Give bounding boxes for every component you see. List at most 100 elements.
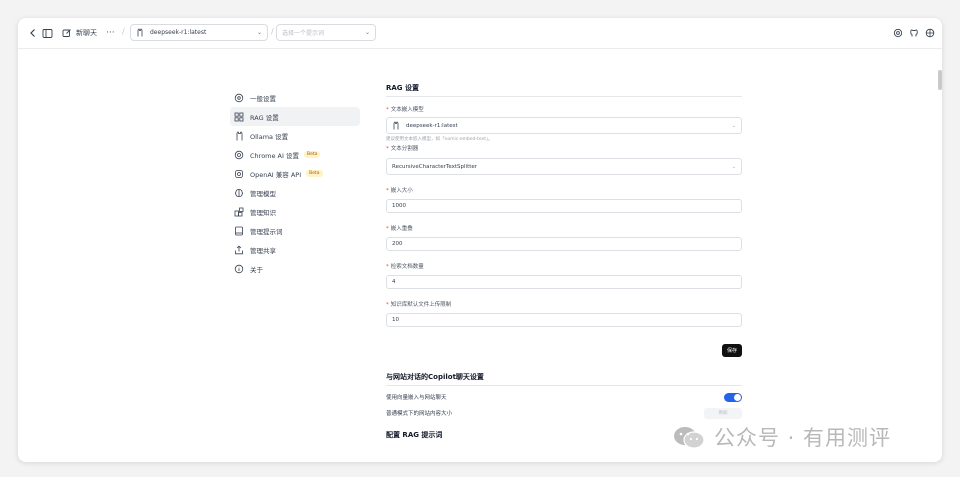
sidebar-icon: [40, 26, 54, 40]
required-mark: *: [386, 226, 389, 232]
embedding-model-label-text: 文本嵌入模型: [390, 107, 424, 113]
save-row: 保存: [386, 327, 742, 365]
chevron-down-icon: ⌄: [364, 29, 370, 36]
app-window: 新聊天 ··· / deepseek-r1:latest ⌄ / 选择一个提示词…: [18, 18, 942, 462]
grid-icon: [234, 112, 244, 122]
chevron-left-icon: [26, 26, 40, 40]
blocks-icon: [234, 207, 244, 217]
chevron-down-icon: ⌄: [256, 29, 262, 36]
sidebar-item-rag[interactable]: RAG 设置: [230, 107, 360, 126]
required-mark: *: [386, 146, 389, 152]
copilot-section-title: 与网站对话的Copilot聊天设置: [386, 373, 484, 381]
toggle-sidebar-button[interactable]: [40, 18, 54, 48]
embedding-model-value: deepseek-r1:latest: [406, 122, 458, 129]
info-icon: [234, 264, 244, 274]
sidebar-item-label: Ollama 设置: [250, 132, 289, 141]
settings-circle-icon: [234, 93, 244, 103]
sidebar-item-general[interactable]: 一般设置: [230, 88, 360, 107]
required-mark: *: [386, 188, 389, 194]
beta-badge: Beta: [306, 170, 323, 177]
share-icon: [234, 245, 244, 255]
separator: /: [122, 27, 125, 36]
sidebar-item-ollama[interactable]: Ollama 设置: [230, 126, 360, 145]
sidebar-item-chrome-ai[interactable]: Chrome AI 设置 Beta: [230, 145, 360, 164]
embedding-model-label: * 文本嵌入模型: [386, 105, 742, 113]
sidebar-item-label: 管理提示词: [250, 227, 283, 236]
toggle-knob: [734, 393, 741, 401]
embedding-model-select[interactable]: deepseek-r1:latest ⌄: [386, 117, 742, 134]
content-size-row: 普通模式下的网站内容大小 例如: [386, 405, 742, 421]
sidebar-item-manage-knowledge[interactable]: 管理知识: [230, 202, 360, 221]
sidebar-item-openai-api[interactable]: OpenAI 兼容 API Beta: [230, 164, 360, 183]
use-vector-toggle[interactable]: [724, 392, 742, 402]
back-button[interactable]: [26, 18, 40, 48]
save-button[interactable]: 保存: [722, 344, 742, 357]
text-splitter-label-text: 文本分割器: [390, 146, 419, 152]
separator: /: [271, 27, 274, 36]
retrieved-docs-label-text: 检索文档数量: [390, 264, 424, 270]
use-vector-row: 使用向量嵌入与网站聊天: [386, 389, 742, 405]
sidebar-item-manage-share[interactable]: 管理共享: [230, 240, 360, 259]
required-mark: *: [386, 107, 389, 113]
kb-upload-limit-label-text: 知识库默认文件上传限制: [390, 302, 452, 308]
text-splitter-label: * 文本分割器: [386, 144, 742, 152]
rag-section-title: RAG 设置: [386, 84, 419, 92]
book-icon: [234, 226, 244, 236]
github-button[interactable]: [907, 18, 921, 48]
text-splitter-select[interactable]: RecursiveCharacterTextSplitter ⌄: [386, 158, 742, 175]
settings-button[interactable]: [891, 18, 905, 48]
watermark-text: 公众号 · 有用测评: [714, 426, 892, 450]
sidebar-item-label: Chrome AI 设置: [250, 151, 299, 160]
divider: [386, 96, 742, 97]
divider: [386, 385, 742, 386]
chunk-overlap-label-text: 嵌入重叠: [390, 226, 413, 232]
chunk-overlap-value: 200: [392, 241, 403, 247]
sidebar-item-label: OpenAI 兼容 API: [250, 170, 302, 179]
new-chat-button[interactable]: 新聊天: [60, 18, 97, 48]
new-chat-label: 新聊天: [76, 29, 97, 37]
more-button[interactable]: ···: [106, 18, 115, 48]
sidebar-item-about[interactable]: 关于: [230, 259, 360, 278]
wechat-icon: [674, 427, 705, 449]
ellipsis-icon: ···: [106, 28, 115, 38]
sidebar-item-label: 管理模型: [250, 189, 276, 198]
sidebar-item-label: 关于: [250, 265, 263, 274]
kb-upload-limit-input[interactable]: 10: [386, 313, 742, 327]
rag-settings-panel: RAG 设置 * 文本嵌入模型 deepseek-r1:latest ⌄ 建议使用…: [386, 80, 742, 443]
brain-icon: [234, 188, 244, 198]
required-mark: *: [386, 264, 389, 270]
chunk-overlap-label: * 嵌入重叠: [386, 224, 742, 232]
sidebar-item-label: 管理知识: [250, 208, 276, 217]
chevron-down-icon: ⌄: [731, 122, 736, 129]
retrieved-docs-label: * 检索文档数量: [386, 262, 742, 270]
ollama-icon: [136, 28, 144, 37]
web-button[interactable]: [923, 18, 937, 48]
retrieved-docs-input[interactable]: 4: [386, 275, 742, 289]
kb-upload-limit-value: 10: [392, 317, 399, 323]
settings-sidebar: 一般设置 RAG 设置 Ollama 设置 Chrome AI 设置 Beta …: [230, 88, 360, 278]
github-icon: [907, 26, 921, 40]
chunk-size-input[interactable]: 1000: [386, 199, 742, 213]
retrieved-docs-value: 4: [392, 279, 396, 285]
watermark: 公众号 · 有用测评: [672, 422, 891, 452]
chunk-overlap-input[interactable]: 200: [386, 237, 742, 251]
top-bar: 新聊天 ··· / deepseek-r1:latest ⌄ / 选择一个提示词…: [18, 18, 942, 49]
text-splitter-value: RecursiveCharacterTextSplitter: [392, 163, 478, 170]
model-select-value: deepseek-r1:latest: [150, 29, 207, 36]
scrollbar[interactable]: [938, 70, 942, 90]
chunk-size-label: * 嵌入大小: [386, 186, 742, 194]
prompt-select[interactable]: 选择一个提示词 ⌄: [276, 24, 376, 41]
sidebar-item-manage-prompts[interactable]: 管理提示词: [230, 221, 360, 240]
content-size-label: 普通模式下的网站内容大小: [386, 411, 453, 417]
beta-badge: Beta: [304, 151, 321, 158]
ollama-icon: [234, 131, 244, 141]
sidebar-item-manage-models[interactable]: 管理模型: [230, 183, 360, 202]
content-size-input[interactable]: 例如: [704, 407, 742, 419]
use-vector-label: 使用向量嵌入与网站聊天: [386, 395, 447, 401]
globe-gear-icon: [923, 26, 937, 40]
chunk-size-label-text: 嵌入大小: [390, 188, 413, 194]
ollama-icon: [392, 121, 400, 130]
chunk-size-value: 1000: [392, 203, 406, 209]
model-select[interactable]: deepseek-r1:latest ⌄: [130, 24, 268, 41]
chevron-down-icon: ⌄: [731, 163, 736, 170]
